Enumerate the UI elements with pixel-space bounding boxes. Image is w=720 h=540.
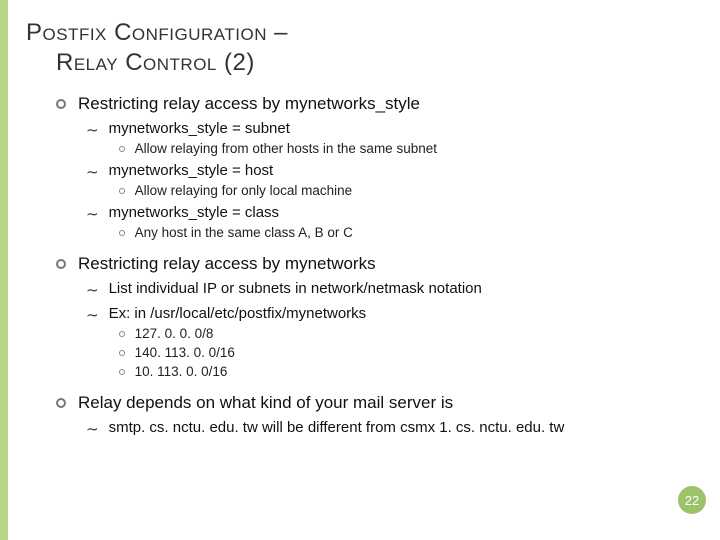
tilde-bullet-icon: ∼ xyxy=(86,205,99,223)
bullet-text: mynetworks_style = class xyxy=(109,204,692,221)
title-line-1: Postfix Configuration – xyxy=(26,19,288,46)
bullet-text: Allow relaying for only local machine xyxy=(135,183,353,198)
ring-bullet-icon xyxy=(56,398,66,408)
tilde-bullet-icon: ∼ xyxy=(86,163,99,181)
bullet-text: mynetworks_style = host xyxy=(109,162,692,179)
bullet-text: Allow relaying from other hosts in the s… xyxy=(135,141,437,156)
ring-bullet-icon xyxy=(56,259,66,269)
bullet-level-2: ∼ mynetworks_style = host Allow relaying… xyxy=(86,162,692,198)
bullet-text: Relay depends on what kind of your mail … xyxy=(78,393,692,413)
bullet-level-3: Any host in the same class A, B or C xyxy=(119,225,692,240)
bullet-text: 127. 0. 0. 0/8 xyxy=(135,326,214,341)
tilde-bullet-icon: ∼ xyxy=(86,281,99,299)
tilde-bullet-icon: ∼ xyxy=(86,121,99,139)
bullet-text: 10. 113. 0. 0/16 xyxy=(135,364,228,379)
bullet-text: Ex: in /usr/local/etc/postfix/mynetworks xyxy=(109,305,692,322)
bullet-level-3: Allow relaying for only local machine xyxy=(119,183,692,198)
bullet-text: Any host in the same class A, B or C xyxy=(135,225,353,240)
bullet-level-2: ∼ mynetworks_style = class Any host in t… xyxy=(86,204,692,240)
bullet-level-3: 127. 0. 0. 0/8 xyxy=(119,326,692,341)
slide-title: Postfix Configuration – Relay Control (2… xyxy=(26,18,692,78)
bullet-level-2: ∼ List individual IP or subnets in netwo… xyxy=(86,280,692,299)
bullet-level-1: Restricting relay access by mynetworks_s… xyxy=(56,94,692,240)
bullet-level-2: ∼ mynetworks_style = subnet Allow relayi… xyxy=(86,120,692,156)
slide-content: Postfix Configuration – Relay Control (2… xyxy=(0,0,720,456)
ring-bullet-icon xyxy=(56,99,66,109)
bullet-level-1: Relay depends on what kind of your mail … xyxy=(56,393,692,438)
bullet-level-1: Restricting relay access by mynetworks ∼… xyxy=(56,254,692,379)
tilde-bullet-icon: ∼ xyxy=(86,420,99,438)
bullet-text: mynetworks_style = subnet xyxy=(109,120,692,137)
ring-bullet-icon xyxy=(119,230,125,236)
title-line-2: Relay Control (2) xyxy=(26,48,692,78)
ring-bullet-icon xyxy=(119,369,125,375)
ring-bullet-icon xyxy=(119,146,125,152)
bullet-level-3: Allow relaying from other hosts in the s… xyxy=(119,141,692,156)
bullet-text: 140. 113. 0. 0/16 xyxy=(135,345,235,360)
tilde-bullet-icon: ∼ xyxy=(86,306,99,324)
ring-bullet-icon xyxy=(119,331,125,337)
bullet-level-2: ∼ smtp. cs. nctu. edu. tw will be differ… xyxy=(86,419,692,438)
bullet-level-3: 140. 113. 0. 0/16 xyxy=(119,345,692,360)
accent-bar xyxy=(0,0,8,540)
ring-bullet-icon xyxy=(119,188,125,194)
bullet-text: Restricting relay access by mynetworks_s… xyxy=(78,94,692,114)
page-number-badge: 22 xyxy=(678,486,706,514)
page-number: 22 xyxy=(685,493,699,508)
bullet-text: smtp. cs. nctu. edu. tw will be differen… xyxy=(109,419,692,436)
bullet-text: List individual IP or subnets in network… xyxy=(109,280,692,297)
bullet-level-3: 10. 113. 0. 0/16 xyxy=(119,364,692,379)
bullet-text: Restricting relay access by mynetworks xyxy=(78,254,692,274)
ring-bullet-icon xyxy=(119,350,125,356)
bullet-level-2: ∼ Ex: in /usr/local/etc/postfix/mynetwor… xyxy=(86,305,692,379)
outline: Restricting relay access by mynetworks_s… xyxy=(26,94,692,438)
